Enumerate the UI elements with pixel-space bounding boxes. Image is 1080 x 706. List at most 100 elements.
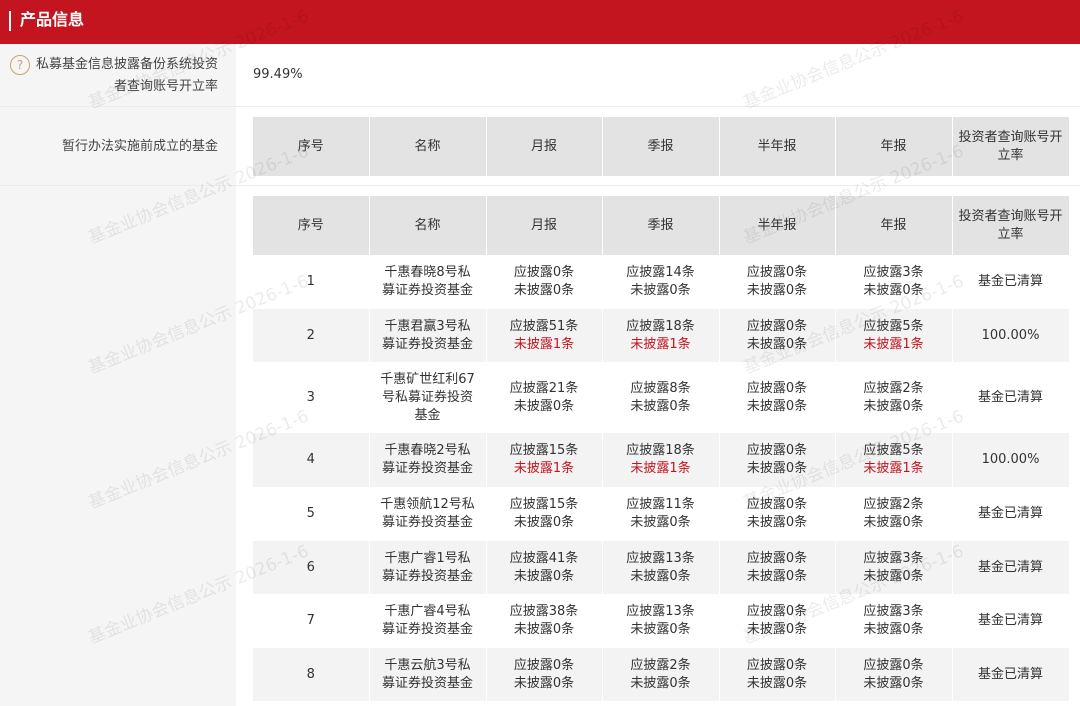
undisclosed-count: 未披露1条 — [513, 336, 575, 352]
required-count: 应披露11条 — [626, 497, 695, 512]
required-count: 应披露51条 — [509, 318, 579, 334]
column-header: 年报 — [835, 117, 953, 176]
monthly-cell: 应披露0条未披露0条 — [486, 648, 603, 701]
required-count: 应披露5条 — [863, 443, 924, 458]
monthly-cell: 应披露0条未披露0条 — [486, 255, 603, 309]
semiannual-cell: 应披露0条 未披露0条 — [719, 309, 836, 362]
annual-cell: 应披露3条未披露0条 — [835, 541, 953, 594]
annual-cell: 应披露5条 未披露1条 — [835, 309, 953, 362]
undisclosed-count: 未披露1条 — [863, 461, 924, 476]
open-rate-cell: 基金已清算 — [952, 362, 1070, 433]
undisclosed-count: 未披露0条 — [513, 568, 575, 584]
undisclosed-count: 未披露0条 — [863, 283, 924, 298]
fund-name[interactable]: 千惠云航3号私募证券投资基金 — [369, 648, 487, 701]
quarterly-cell: 应披露11条 未披露0条 — [602, 487, 720, 541]
row-index: 5 — [253, 487, 370, 541]
undisclosed-count: 未披露0条 — [513, 283, 575, 298]
required-count: 应披露0条 — [513, 265, 575, 280]
semiannual-cell: 应披露0条 未披露0条 — [719, 487, 836, 541]
undisclosed-count: 未披露0条 — [630, 622, 691, 637]
annual-cell: 应披露3条未披露0条 — [835, 255, 953, 309]
row-index: 8 — [253, 648, 370, 701]
required-count: 应披露2条 — [863, 380, 924, 396]
undisclosed-count: 未披露1条 — [630, 336, 691, 352]
undisclosed-count: 未披露0条 — [630, 675, 691, 691]
annual-cell: 应披露0条未披露0条 — [835, 648, 953, 701]
column-header: 月报 — [486, 196, 603, 255]
required-count: 应披露0条 — [863, 657, 924, 673]
open-rate-cell: 基金已清算 — [952, 594, 1070, 648]
undisclosed-count: 未披露0条 — [863, 622, 924, 637]
semiannual-cell: 应披露0条 未披露0条 — [719, 541, 836, 594]
fund-name[interactable]: 千惠春晓8号私募证券投资基金 — [369, 255, 487, 309]
monthly-cell: 应披露15条 未披露1条 — [486, 433, 603, 487]
table-row: 3 千惠矿世红利67号私募证券投资基金 应披露21条 未披露0条 应披露8条 未披露0条应… — [253, 362, 1070, 433]
row-index: 7 — [253, 594, 370, 648]
undisclosed-count: 未披露1条 — [513, 461, 575, 476]
monthly-cell: 应披露21条 未披露0条 — [486, 362, 603, 433]
monthly-cell: 应披露51条 未披露1条 — [486, 309, 603, 362]
header-accent-bar — [9, 11, 11, 31]
required-count: 应披露14条 — [626, 265, 695, 280]
undisclosed-count: 未披露0条 — [630, 568, 691, 584]
fund-name[interactable]: 千惠广睿4号私募证券投资基金 — [369, 594, 487, 648]
required-count: 应披露3条 — [863, 265, 924, 280]
table-row: 7 千惠广睿4号私募证券投资基金 应披露38条 未披露0条 应披露13条 未披露0条 应披露… — [253, 594, 1070, 648]
fund-name[interactable]: 千惠君赢3号私募证券投资基金 — [369, 309, 487, 362]
quarterly-cell: 应披露18条 未披露1条 — [602, 433, 720, 487]
table-row: 5 千惠领航12号私募证券投资基金 应披露15条 未披露0条 应披露11条 未披露0条 应披… — [253, 487, 1070, 541]
required-count: 应披露3条 — [863, 604, 924, 619]
open-rate-cell: 基金已清算 — [952, 541, 1070, 594]
open-rate-label: 私募基金信息披露备份系统投资者查询账号开立率 — [36, 57, 219, 94]
undisclosed-count: 未披露1条 — [863, 336, 924, 352]
undisclosed-count: 未披露0条 — [746, 398, 808, 414]
undisclosed-count: 未披露0条 — [863, 568, 924, 584]
open-rate-cell: 基金已清算 — [952, 255, 1070, 309]
required-count: 应披露0条 — [746, 265, 808, 280]
semiannual-cell: 应披露0条 未披露0条 — [719, 362, 836, 433]
required-count: 应披露13条 — [626, 550, 695, 566]
column-header: 序号 — [253, 117, 370, 176]
annual-cell: 应披露2条未披露0条 — [835, 362, 953, 433]
required-count: 应披露0条 — [513, 657, 575, 673]
required-count: 应披露0条 — [746, 497, 808, 512]
required-count: 应披露15条 — [509, 497, 579, 512]
required-count: 应披露2条 — [630, 657, 691, 673]
undisclosed-count: 未披露0条 — [630, 398, 691, 414]
required-count: 应披露8条 — [630, 380, 691, 396]
undisclosed-count: 未披露0条 — [746, 283, 808, 298]
quarterly-cell: 应披露13条 未披露0条 — [602, 594, 720, 648]
fund-name[interactable]: 千惠春晓2号私募证券投资基金 — [369, 433, 487, 487]
semiannual-cell: 应披露0条 未披露0条 — [719, 648, 836, 701]
question-icon[interactable]: ? — [10, 55, 30, 75]
monthly-cell: 应披露15条 未披露0条 — [486, 487, 603, 541]
undisclosed-count: 未披露0条 — [513, 622, 575, 637]
undisclosed-count: 未披露0条 — [630, 515, 691, 530]
open-rate-cell: 100.00% — [952, 433, 1070, 487]
column-header: 季报 — [602, 117, 720, 176]
quarterly-cell: 应披露2条未披露0条 — [602, 648, 720, 701]
fund-name[interactable]: 千惠矿世红利67号私募证券投资基金 — [369, 362, 487, 433]
required-count: 应披露0条 — [746, 443, 808, 458]
undisclosed-count: 未披露0条 — [630, 283, 691, 298]
semiannual-cell: 应披露0条 未披露0条 — [719, 433, 836, 487]
undisclosed-count: 未披露0条 — [746, 622, 808, 637]
table-header-row: 序号 名称 月报 季报 半年报 年报 投资者查询账号开立率 — [253, 196, 1070, 255]
undisclosed-count: 未披露0条 — [513, 675, 575, 691]
required-count: 应披露18条 — [626, 443, 695, 458]
annual-cell: 应披露3条未披露0条 — [835, 594, 953, 648]
column-header: 半年报 — [719, 117, 836, 176]
fund-name[interactable]: 千惠领航12号私募证券投资基金 — [369, 487, 487, 541]
required-count: 应披露3条 — [863, 550, 924, 566]
funds-table: 序号 名称 月报 季报 半年报 年报 投资者查询账号开立率 1 千惠春晓8号私募证… — [253, 196, 1070, 701]
undisclosed-count: 未披露0条 — [863, 675, 924, 691]
undisclosed-count: 未披露0条 — [863, 398, 924, 414]
column-header: 半年报 — [719, 196, 836, 255]
row-index: 1 — [253, 255, 370, 309]
table-row: 8 千惠云航3号私募证券投资基金 应披露0条 未披露0条 应披露2条 未披露0条 应披露0条… — [253, 648, 1070, 701]
quarterly-cell: 应披露14条 未披露0条 — [602, 255, 720, 309]
row-index: 4 — [253, 433, 370, 487]
fund-name[interactable]: 千惠广睿1号私募证券投资基金 — [369, 541, 487, 594]
required-count: 应披露15条 — [509, 443, 579, 458]
column-header: 名称 — [369, 117, 487, 176]
